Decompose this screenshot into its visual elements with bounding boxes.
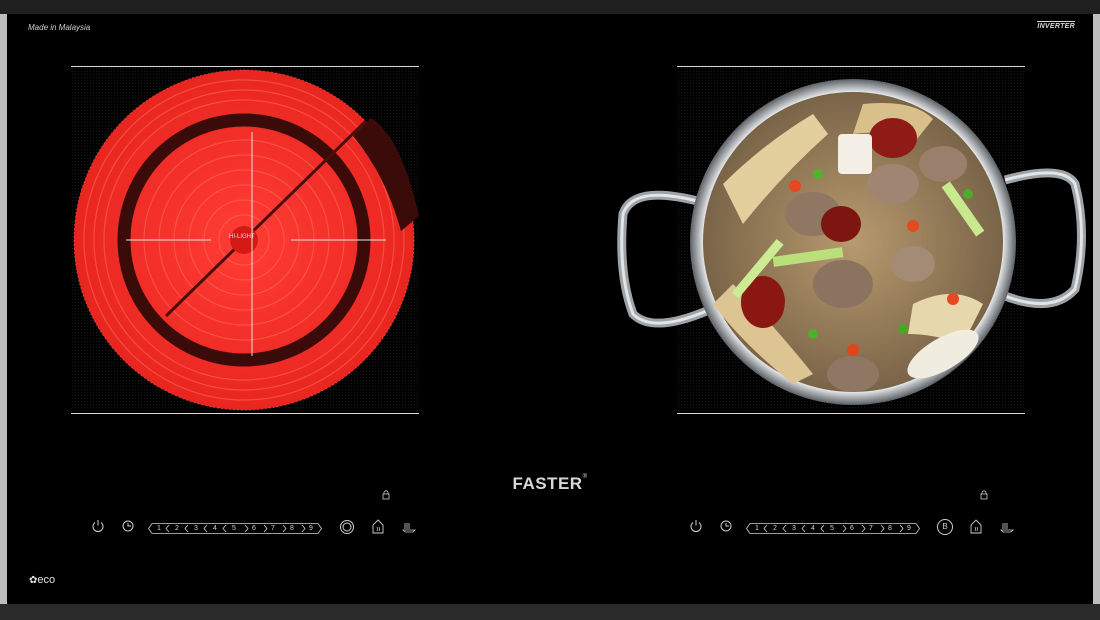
eco-label: eco xyxy=(37,574,56,586)
top-border xyxy=(0,0,1100,14)
level-3[interactable]: 3 xyxy=(188,523,204,534)
inverter-logo: INVERTER xyxy=(1037,21,1075,30)
level-7[interactable]: 7 xyxy=(863,523,879,534)
product-frame: Made in Malaysia INVERTER HI-LIGHT FASTE… xyxy=(0,0,1100,620)
right-handle xyxy=(1003,168,1086,309)
bottom-border xyxy=(0,604,1100,620)
timer-icon[interactable] xyxy=(719,519,733,533)
keep-warm-icon[interactable] xyxy=(371,519,385,535)
eco-logo: ✿eco xyxy=(29,574,55,586)
brand-logo: FASTER® xyxy=(512,474,588,493)
level-9[interactable]: 9 xyxy=(303,523,319,534)
power-level-slider[interactable]: 1 2 3 4 5 6 7 8 9 xyxy=(746,523,920,534)
level-6[interactable]: 6 xyxy=(844,523,860,534)
keep-warm-icon[interactable] xyxy=(969,519,983,535)
level-3[interactable]: 3 xyxy=(786,523,802,534)
grill-icon[interactable] xyxy=(401,519,417,535)
level-8[interactable]: 8 xyxy=(882,523,898,534)
grill-icon[interactable] xyxy=(999,519,1015,535)
level-5[interactable]: 5 xyxy=(824,523,840,534)
boost-button[interactable]: B xyxy=(937,519,953,535)
cooktop-glass-panel: Made in Malaysia INVERTER HI-LIGHT FASTE… xyxy=(7,14,1093,604)
zone-top-line xyxy=(677,66,1025,67)
hotpot-with-food-image xyxy=(617,79,1086,405)
timer-icon[interactable] xyxy=(121,519,135,533)
power-level-slider[interactable]: 1 2 3 4 5 6 7 8 9 xyxy=(148,523,322,534)
made-in-label: Made in Malaysia xyxy=(28,23,91,32)
lock-icon[interactable] xyxy=(979,490,989,500)
power-icon[interactable] xyxy=(91,519,105,533)
level-8[interactable]: 8 xyxy=(284,523,300,534)
boost-letter: B xyxy=(942,522,948,531)
level-5[interactable]: 5 xyxy=(226,523,242,534)
dual-ring-icon[interactable] xyxy=(339,519,355,535)
level-7[interactable]: 7 xyxy=(265,523,281,534)
level-6[interactable]: 6 xyxy=(246,523,262,534)
level-4[interactable]: 4 xyxy=(207,523,223,534)
radiant-heater-element xyxy=(73,69,419,411)
lock-icon[interactable] xyxy=(381,490,391,500)
power-icon[interactable] xyxy=(689,519,703,533)
level-1[interactable]: 1 xyxy=(749,523,765,534)
hi-light-label: HI-LIGHT xyxy=(229,234,255,240)
level-9[interactable]: 9 xyxy=(901,523,917,534)
level-2[interactable]: 2 xyxy=(767,523,783,534)
left-cooking-zone: HI-LIGHT xyxy=(71,66,419,414)
level-1[interactable]: 1 xyxy=(151,523,167,534)
level-2[interactable]: 2 xyxy=(169,523,185,534)
level-4[interactable]: 4 xyxy=(805,523,821,534)
